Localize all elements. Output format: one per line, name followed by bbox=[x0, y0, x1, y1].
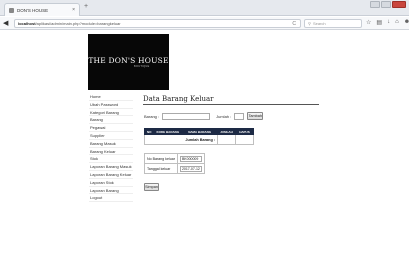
browser-toolbar: ☆ ▤ ↓ ⌂ ☻ ≡ bbox=[366, 19, 409, 26]
reload-icon[interactable]: C bbox=[292, 21, 296, 27]
close-window-button[interactable] bbox=[392, 1, 406, 8]
items-table: NO KODE BARANG NAMA BARANG JUMLAH HAPUS … bbox=[143, 128, 255, 145]
tab-title: DON'S HOUSE bbox=[17, 7, 49, 13]
jumlah-input[interactable] bbox=[234, 112, 245, 120]
favicon-icon bbox=[9, 7, 14, 13]
no-barang-keluar-field[interactable]: BK000009 bbox=[179, 155, 202, 162]
browser-nav-bar: ◀ localhost/aplikasi/admin/main.php?modu… bbox=[0, 17, 409, 30]
no-barang-keluar-row: No Barang keluar BK000009 bbox=[144, 153, 205, 164]
sidebar-item-laporan-barang-masuk[interactable]: Laporan Barang Masuk bbox=[89, 163, 133, 171]
sidebar-item-kategori-barang[interactable]: Kategori Barang bbox=[89, 109, 133, 117]
main-content: Data Barang Keluar Barang : Jumlah : Tam… bbox=[143, 95, 321, 191]
sidebar-item-logout[interactable]: Logout bbox=[89, 194, 133, 203]
address-bar[interactable]: localhost/aplikasi/admin/main.php?module… bbox=[14, 19, 301, 28]
tanggal-keluar-field[interactable]: 2017-07-12 bbox=[179, 165, 202, 172]
tanggal-keluar-row: Tanggal keluar 2017-07-12 bbox=[144, 163, 205, 174]
jumlah-label: Jumlah : bbox=[216, 113, 232, 119]
table-total-row: Jumlah Barang : bbox=[143, 134, 255, 145]
sidebar-item-ubah-password[interactable]: Ubah Password bbox=[89, 101, 133, 109]
sidebar-menu: Home Ubah Password Kategori Barang Baran… bbox=[89, 93, 133, 203]
search-icon: ⚲ bbox=[308, 21, 311, 26]
total-value bbox=[217, 134, 236, 145]
site-logo-subtitle: BOUTIQUE bbox=[134, 65, 150, 68]
sidebar-item-stok[interactable]: Stok bbox=[89, 155, 133, 164]
barang-label: Barang : bbox=[144, 113, 160, 119]
title-divider bbox=[143, 104, 319, 105]
transaction-info-table: No Barang keluar BK000009 Tanggal keluar… bbox=[144, 153, 205, 174]
total-empty-cell bbox=[234, 134, 255, 145]
sidebar-item-supplier[interactable]: Supplier bbox=[89, 132, 133, 140]
page-viewport bbox=[0, 31, 409, 267]
maximize-button[interactable] bbox=[381, 1, 391, 8]
site-logo: THE DON'S HOUSE bbox=[88, 56, 169, 65]
minimize-button[interactable] bbox=[370, 1, 380, 8]
page-title: Data Barang Keluar bbox=[143, 95, 214, 103]
back-icon[interactable]: ◀ bbox=[3, 19, 8, 27]
reading-list-icon[interactable]: ▤ bbox=[376, 19, 382, 26]
simpan-button[interactable]: Simpan bbox=[144, 183, 159, 191]
browser-tab[interactable]: DON'S HOUSE × bbox=[4, 3, 80, 16]
browser-tab-bar: DON'S HOUSE × + bbox=[0, 0, 409, 16]
home-icon[interactable]: ⌂ bbox=[395, 19, 399, 26]
sidebar-item-pegawai[interactable]: Pegawai bbox=[89, 124, 133, 132]
add-item-form: Barang : Jumlah : Tambah bbox=[144, 111, 320, 121]
site-header: THE DON'S HOUSE BOUTIQUE bbox=[88, 34, 169, 90]
sidebar-item-barang-keluar[interactable]: Barang Keluar bbox=[89, 148, 133, 156]
url-host: localhost bbox=[18, 21, 36, 26]
window-controls bbox=[370, 1, 406, 8]
sidebar-item-laporan-stok[interactable]: Laporan Stok bbox=[89, 179, 133, 187]
sidebar-item-home[interactable]: Home bbox=[89, 93, 133, 101]
url-path: /aplikasi/admin/main.php?module=barangke… bbox=[35, 21, 121, 26]
sidebar-item-barang-masuk[interactable]: Barang Masuk bbox=[89, 140, 133, 148]
sidebar-item-barang[interactable]: Barang bbox=[89, 116, 133, 125]
account-icon[interactable]: ☻ bbox=[404, 19, 409, 26]
tanggal-keluar-label: Tanggal keluar bbox=[144, 163, 178, 174]
total-label: Jumlah Barang : bbox=[143, 134, 219, 145]
search-input[interactable]: ⚲ Search bbox=[304, 19, 362, 28]
tab-close-icon[interactable]: × bbox=[72, 7, 75, 13]
download-icon[interactable]: ↓ bbox=[387, 19, 390, 26]
tambah-button[interactable]: Tambah bbox=[247, 112, 264, 120]
sidebar-item-laporan-barang-keluar[interactable]: Laporan Barang Keluar bbox=[89, 171, 133, 179]
new-tab-button[interactable]: + bbox=[84, 3, 88, 10]
bookmark-star-icon[interactable]: ☆ bbox=[366, 19, 371, 26]
no-barang-keluar-label: No Barang keluar bbox=[144, 153, 178, 164]
sidebar-item-laporan-barang[interactable]: Laporan Barang bbox=[89, 187, 133, 195]
barang-input[interactable] bbox=[162, 112, 211, 120]
search-placeholder: Search bbox=[312, 21, 326, 26]
